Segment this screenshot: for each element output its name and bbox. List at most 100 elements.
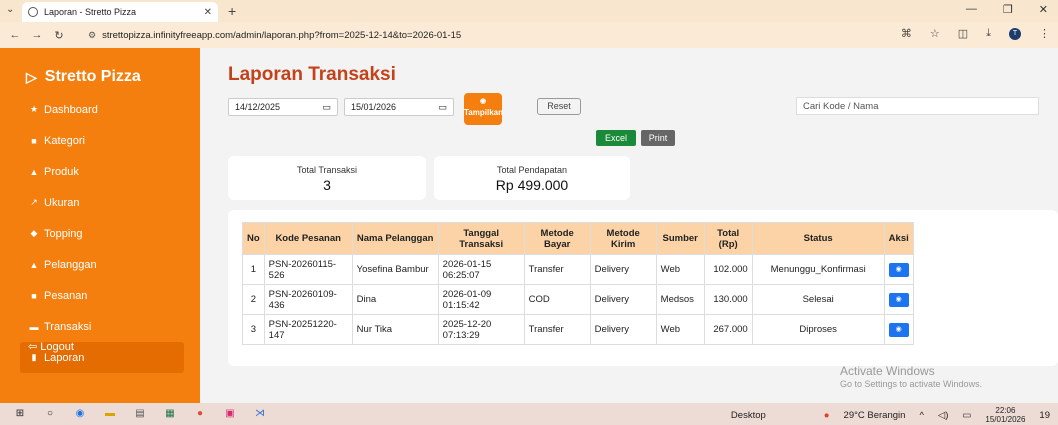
back-icon[interactable]: ←: [8, 29, 22, 41]
reload-icon[interactable]: ↻: [52, 29, 66, 42]
notification-badge[interactable]: 19: [1039, 410, 1050, 421]
date-to-input[interactable]: 15/01/2026 ▭: [344, 98, 454, 116]
desktop-label[interactable]: Desktop: [731, 410, 766, 421]
cell-status: Diproses: [751, 314, 885, 345]
excel-button[interactable]: Excel: [596, 130, 636, 146]
col-header: Total (Rp): [703, 222, 753, 255]
volume-icon[interactable]: ◁): [938, 410, 948, 421]
gallery-icon[interactable]: ▣: [222, 407, 238, 421]
receipt-icon: ▬: [29, 321, 39, 332]
view-detail-button[interactable]: ◉: [888, 262, 909, 277]
tag-icon: ■: [31, 135, 37, 146]
cell-no: 3: [242, 314, 265, 345]
tab-close-icon[interactable]: ✕: [204, 7, 212, 18]
minimize-icon[interactable]: —: [966, 3, 977, 16]
date-from-input[interactable]: 14/12/2025 ▭: [228, 98, 338, 116]
app-icon[interactable]: ▤: [132, 407, 148, 421]
browser-toolbar: ⌘ ☆ ◫ ⤓ T ⋮: [901, 27, 1050, 40]
forward-icon[interactable]: →: [30, 29, 44, 41]
cell-tanggal: 2025-12-20 07:13:29: [437, 314, 525, 345]
battery-icon[interactable]: ▭: [962, 410, 971, 421]
sidebar-item-topping[interactable]: ◆ Topping: [0, 218, 200, 249]
col-header: No: [242, 222, 265, 255]
chrome-icon[interactable]: ●: [192, 407, 208, 421]
cell-kode: PSN-20260115-526: [263, 254, 353, 285]
date-from-value: 14/12/2025: [235, 102, 281, 112]
cell-status: Selesai: [751, 284, 885, 315]
home-icon: ★: [29, 104, 39, 114]
eye-icon: ◉: [479, 98, 487, 105]
ruler-icon: ↗: [30, 197, 38, 207]
file-explorer-icon[interactable]: ▬: [102, 407, 118, 421]
tab-list-chevron-icon[interactable]: ⌄: [6, 4, 14, 15]
brand[interactable]: ▷ Stretto Pizza: [0, 48, 200, 94]
sidebar-item-transaksi[interactable]: ▬ Transaksi: [0, 311, 200, 342]
table-row: 3 PSN-20251220-147 Nur Tika 2025-12-20 07:1…: [242, 314, 914, 345]
search-icon[interactable]: ○: [42, 407, 58, 421]
address-bar-row: ← → ↻ ⚙ strettopizza.infinityfreeapp.com…: [0, 22, 1058, 48]
menu-kebab-icon[interactable]: ⋮: [1039, 27, 1050, 40]
clock[interactable]: 22:06 15/01/2026: [985, 406, 1025, 424]
logout-link[interactable]: ⇦ Logout: [28, 340, 74, 353]
sidebar-item-label: Dashboard: [44, 103, 98, 116]
sidebar-item-produk[interactable]: ▲ Produk: [0, 156, 200, 187]
sidebar-item-dashboard[interactable]: ★ Dashboard: [0, 94, 200, 125]
excel-app-icon[interactable]: ▦: [162, 407, 178, 421]
profile-avatar[interactable]: T: [1009, 27, 1021, 40]
cell-sumber: Medsos: [655, 284, 705, 315]
cell-total: 102.000: [703, 254, 753, 285]
cell-aksi: ◉: [883, 254, 914, 285]
total-transaksi-value: 3: [323, 177, 331, 193]
cell-total: 267.000: [703, 314, 753, 345]
print-button[interactable]: Print: [641, 130, 675, 146]
view-detail-button[interactable]: ◉: [888, 292, 909, 307]
sidebar-item-pelanggan[interactable]: ▲ Pelanggan: [0, 249, 200, 280]
extensions-icon[interactable]: ◫: [958, 27, 968, 40]
col-header: Tanggal Transaksi: [437, 222, 525, 255]
download-icon[interactable]: ⤓: [986, 27, 991, 40]
cell-kode: PSN-20260109-436: [263, 284, 353, 315]
clock-time: 22:06: [995, 406, 1016, 415]
page-title: Laporan Transaksi: [228, 64, 396, 85]
col-header: Status: [751, 222, 885, 255]
sidebar-item-label: Ukuran: [44, 196, 80, 209]
sidebar-item-ukuran[interactable]: ↗ Ukuran: [0, 187, 200, 218]
calendar-icon[interactable]: ▭: [438, 102, 447, 113]
site-info-icon[interactable]: ⚙: [88, 30, 96, 41]
calendar-icon[interactable]: ▭: [322, 102, 331, 113]
table-row: 2 PSN-20260109-436 Dina 2026-01-09 01:15:42…: [242, 284, 914, 315]
sidebar-item-pesanan[interactable]: ■ Pesanan: [0, 280, 200, 311]
search-input[interactable]: Cari Kode / Nama: [796, 97, 1039, 115]
total-pendapatan-value: Rp 499.000: [495, 177, 569, 193]
new-tab-icon[interactable]: +: [228, 3, 236, 19]
url-field[interactable]: ⚙ strettopizza.infinityfreeapp.com/admin…: [88, 26, 860, 44]
logout-icon: ⇦: [28, 341, 38, 353]
cell-bayar: Transfer: [523, 254, 591, 285]
show-button[interactable]: ◉ Tampilkan: [464, 93, 503, 125]
taskbar: ⊞ ○ ◉ ▬ ▤ ▦ ● ▣ ⋊ Desktop ● 29°C Berangi…: [0, 403, 1058, 425]
reset-button[interactable]: Reset: [537, 98, 581, 115]
cell-kirim: Delivery: [589, 284, 657, 315]
edge-browser-icon[interactable]: ◉: [72, 407, 88, 421]
total-transaksi-card: Total Transaksi 3: [228, 156, 426, 200]
restore-icon[interactable]: ❐: [1003, 3, 1013, 16]
browser-tab[interactable]: Laporan - Stretto Pizza ✕: [22, 2, 218, 22]
view-detail-button[interactable]: ◉: [888, 322, 909, 337]
sidebar-item-kategori[interactable]: ■ Kategori: [0, 125, 200, 156]
window-controls: — ❐ ✕: [966, 3, 1048, 16]
sidebar-item-label: Topping: [44, 227, 83, 240]
cell-bayar: Transfer: [523, 314, 591, 345]
translate-icon[interactable]: ⌘: [901, 27, 912, 40]
cell-sumber: Web: [655, 314, 705, 345]
vscode-icon[interactable]: ⋊: [252, 407, 268, 421]
windows-start-icon[interactable]: ⊞: [12, 407, 28, 421]
col-header: Kode Pesanan: [263, 222, 353, 255]
bookmark-star-icon[interactable]: ☆: [930, 27, 940, 40]
close-window-icon[interactable]: ✕: [1039, 3, 1048, 16]
tab-title: Laporan - Stretto Pizza: [44, 7, 137, 17]
tray-chevron-icon[interactable]: ^: [919, 410, 923, 421]
sidebar-item-label: Laporan: [44, 351, 85, 364]
weather-text[interactable]: 29°C Berangin: [844, 410, 906, 421]
cell-tanggal: 2026-01-15 06:25:07: [437, 254, 525, 285]
table-header-row: No Kode Pesanan Nama Pelanggan Tanggal T…: [242, 222, 914, 255]
